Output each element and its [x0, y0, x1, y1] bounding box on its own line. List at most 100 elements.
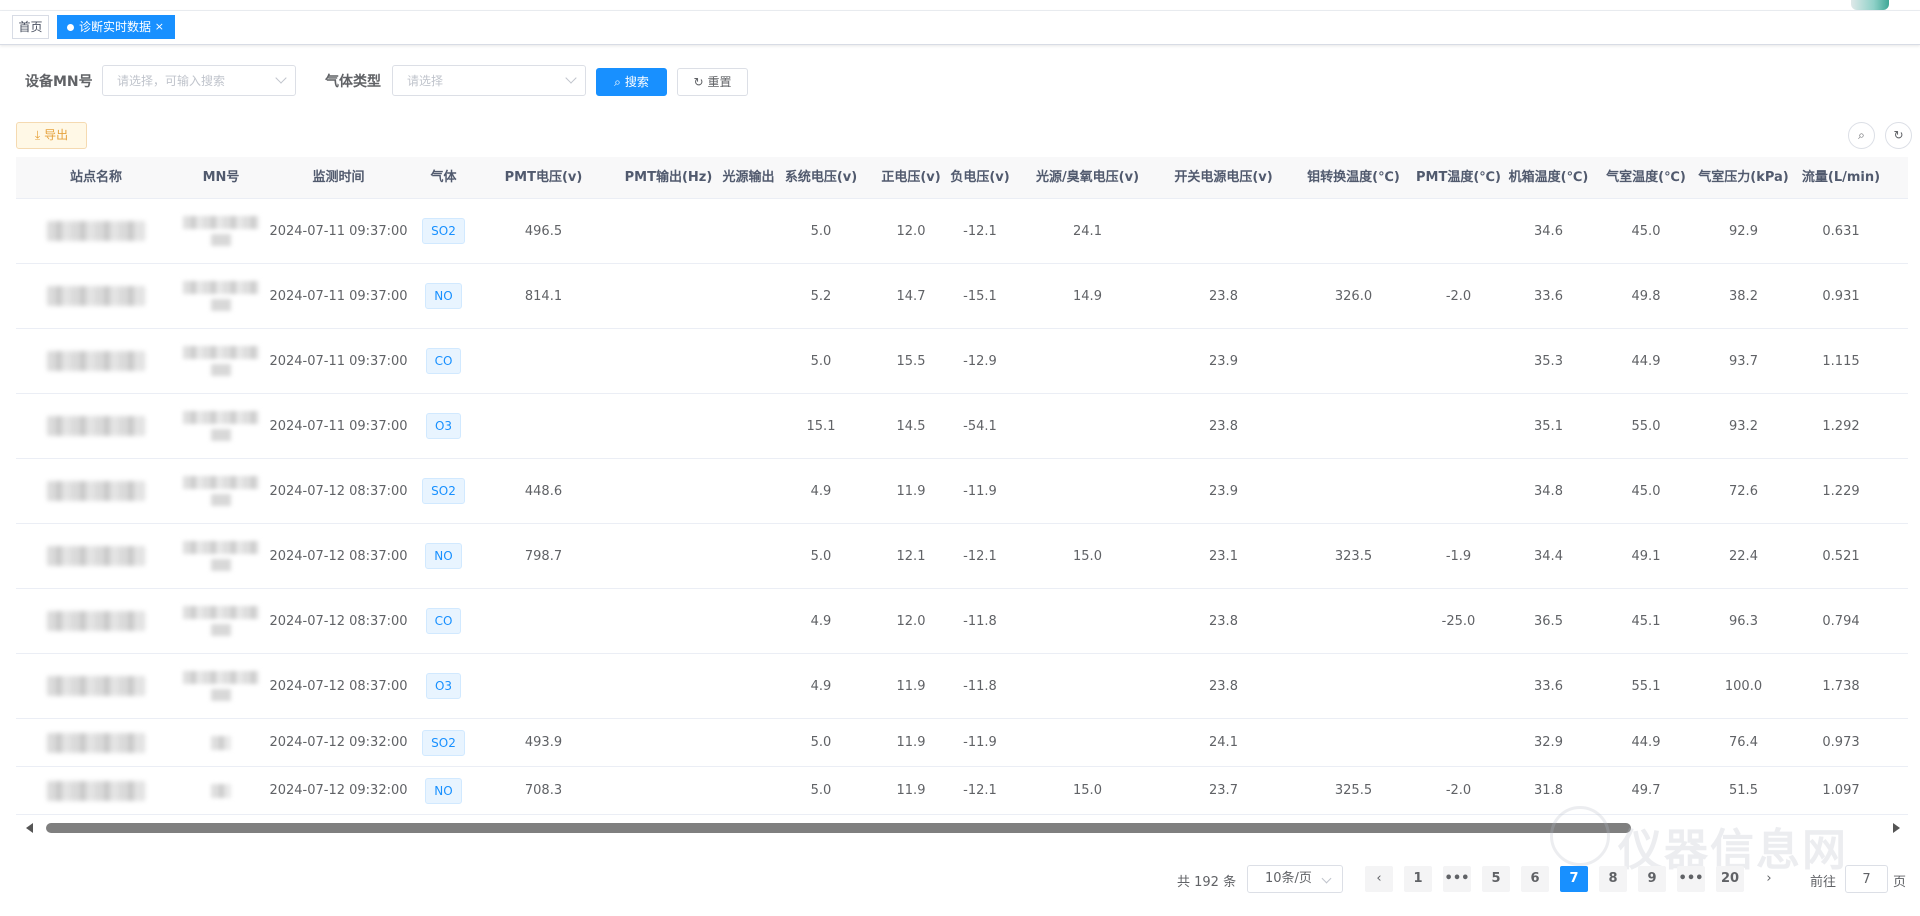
gas-cell: CO: [411, 589, 476, 653]
neg-v-cell: -11.8: [963, 613, 997, 629]
cell-temp-cell: 49.8: [1631, 288, 1661, 304]
redacted-mn: [211, 735, 231, 750]
ozone-v-cell: [1019, 394, 1156, 458]
page-button[interactable]: 5: [1482, 866, 1510, 892]
gas-cell: SO2: [411, 459, 476, 523]
station-name-cell: [16, 767, 176, 814]
mn-select[interactable]: [102, 65, 296, 96]
gas-tag: O3: [425, 673, 462, 699]
redacted-mn: [183, 346, 259, 376]
light-cell: [726, 459, 761, 523]
case-temp-cell: 34.8: [1534, 483, 1563, 499]
page-ellipsis-button[interactable]: •••: [1677, 866, 1705, 892]
column-header: 光源/臭氧电压(v): [1035, 170, 1140, 185]
cell-press-cell: 100.0: [1724, 678, 1763, 694]
redacted-station-name: [47, 676, 145, 696]
gas-type-select[interactable]: [392, 65, 586, 96]
mn-label: 设备MN号: [25, 74, 93, 90]
redacted-station-name: [47, 611, 145, 631]
neg-v-cell: -12.1: [963, 548, 997, 564]
cell-press-cell: 93.7: [1729, 353, 1758, 369]
psu-v-cell: 23.8: [1209, 678, 1238, 694]
psu-v-cell: 23.7: [1209, 783, 1238, 798]
pmt-hz-cell: [611, 459, 726, 523]
cell-temp-cell: 49.1: [1631, 548, 1661, 564]
neg-v-cell: -12.9: [963, 353, 997, 369]
pos-v-cell: 15.5: [896, 353, 926, 369]
psu-v-cell: 23.8: [1209, 613, 1238, 629]
page-size-select[interactable]: 10条/页: [1247, 865, 1343, 893]
time-cell: 2024-07-11 09:37:00: [269, 288, 408, 304]
table-row[interactable]: 2024-07-12 08:37:00 CO 4.9 12.0 -11.8 23.8 -25…: [16, 589, 1908, 654]
tag-diagnosis-realtime[interactable]: 诊断实时数据 ×: [57, 15, 175, 39]
station-name-cell: [16, 199, 176, 263]
export-button[interactable]: ⤓ 导出: [16, 122, 87, 149]
page-button[interactable]: 1: [1404, 866, 1432, 892]
ozone-v-cell: [1019, 719, 1156, 766]
pagination-total: 共 192 条: [1177, 875, 1237, 890]
pmt-v-cell: 496.5: [524, 223, 563, 239]
mo-temp-cell: [1291, 394, 1416, 458]
psu-v-cell: 24.1: [1209, 735, 1238, 750]
tags-view-bar: 首页 诊断实时数据 ×: [0, 11, 1920, 45]
page-ellipsis-button[interactable]: •••: [1443, 866, 1471, 892]
reset-button-label: 重置: [707, 75, 732, 89]
cell-temp-cell: 45.0: [1631, 483, 1661, 499]
pmt-hz-cell: [611, 719, 726, 766]
pmt-temp-cell: -2.0: [1445, 783, 1472, 798]
search-button[interactable]: ⌕ 搜索: [596, 68, 667, 96]
next-page-button[interactable]: ›: [1755, 866, 1783, 892]
gas-type-select-input[interactable]: [393, 66, 585, 95]
flow-cell: 1.229: [1822, 483, 1860, 499]
table-row[interactable]: 2024-07-12 08:37:00 NO 798.7 5.0 12.1 -12.1 15…: [16, 524, 1908, 589]
cell-press-cell: 76.4: [1729, 735, 1758, 750]
table-row[interactable]: 2024-07-11 09:37:00 NO 814.1 5.2 14.7 -15.1 14…: [16, 264, 1908, 329]
active-dot-icon: [67, 24, 74, 31]
redacted-station-name: [47, 286, 145, 306]
pos-v-cell: 11.9: [896, 483, 926, 499]
pmt-hz-cell: [611, 264, 726, 328]
table-row[interactable]: 2024-07-12 08:37:00 SO2 448.6 4.9 11.9 -11.9 2…: [16, 459, 1908, 524]
refresh-icon: ↻: [1893, 128, 1904, 142]
time-cell: 2024-07-11 09:37:00: [269, 223, 408, 239]
ozone-v-cell: 15.0: [1073, 783, 1102, 798]
page-button[interactable]: 20: [1716, 866, 1744, 892]
pmt-temp-cell: [1416, 654, 1501, 718]
mn-cell: [176, 459, 266, 523]
prev-page-button[interactable]: ‹: [1365, 866, 1393, 892]
cell-press-cell: 22.4: [1729, 548, 1758, 564]
sys-v-cell: 4.9: [810, 613, 832, 629]
table-row[interactable]: 2024-07-12 08:37:00 O3 4.9 11.9 -11.8 23.8 33.…: [16, 654, 1908, 719]
tag-home[interactable]: 首页: [12, 15, 49, 39]
page-button[interactable]: 8: [1599, 866, 1627, 892]
cell-temp-cell: 44.9: [1631, 735, 1661, 750]
column-header: 钼转换温度(℃): [1307, 170, 1400, 185]
reset-button[interactable]: ↻ 重置: [677, 68, 748, 96]
refresh-button[interactable]: ↻: [1885, 122, 1912, 149]
goto-page-input[interactable]: [1845, 865, 1888, 893]
page-button[interactable]: 7: [1560, 866, 1588, 892]
page-button[interactable]: 9: [1638, 866, 1666, 892]
search-icon: ⌕: [614, 75, 621, 89]
scrollbar-thumb[interactable]: [46, 823, 1631, 833]
ozone-v-cell: [1019, 654, 1156, 718]
mn-select-input[interactable]: [103, 66, 295, 95]
scroll-left-arrow-icon[interactable]: [26, 823, 33, 833]
toggle-search-button[interactable]: ⌕: [1848, 122, 1875, 149]
column-header: 流量(L/min): [1801, 170, 1881, 185]
table-row[interactable]: 2024-07-12 09:32:00 SO2 493.9 5.0 11.9 -11.9 2…: [16, 719, 1908, 767]
table-row[interactable]: 2024-07-11 09:37:00 CO 5.0 15.5 -12.9 23.9 35.…: [16, 329, 1908, 394]
close-icon[interactable]: ×: [155, 16, 164, 38]
pmt-hz-cell: [611, 589, 726, 653]
pmt-temp-cell: -1.9: [1445, 548, 1472, 564]
case-temp-cell: 33.6: [1534, 678, 1563, 694]
page-button[interactable]: 6: [1521, 866, 1549, 892]
mn-cell: [176, 589, 266, 653]
pmt-temp-cell: [1416, 329, 1501, 393]
tag-label: 诊断实时数据: [79, 20, 152, 34]
table-row[interactable]: 2024-07-11 09:37:00 SO2 496.5 5.0 12.0 -12.1 2…: [16, 199, 1908, 264]
user-avatar[interactable]: [1851, 0, 1889, 10]
ozone-v-cell: [1019, 459, 1156, 523]
table-row[interactable]: 2024-07-11 09:37:00 O3 15.1 14.5 -54.1 23.8 35…: [16, 394, 1908, 459]
data-table: 站点名称 MN号 监测时间 气体 PMT电压(v) PMT输出(Hz) 光源输出 系统电压(v…: [16, 157, 1908, 818]
